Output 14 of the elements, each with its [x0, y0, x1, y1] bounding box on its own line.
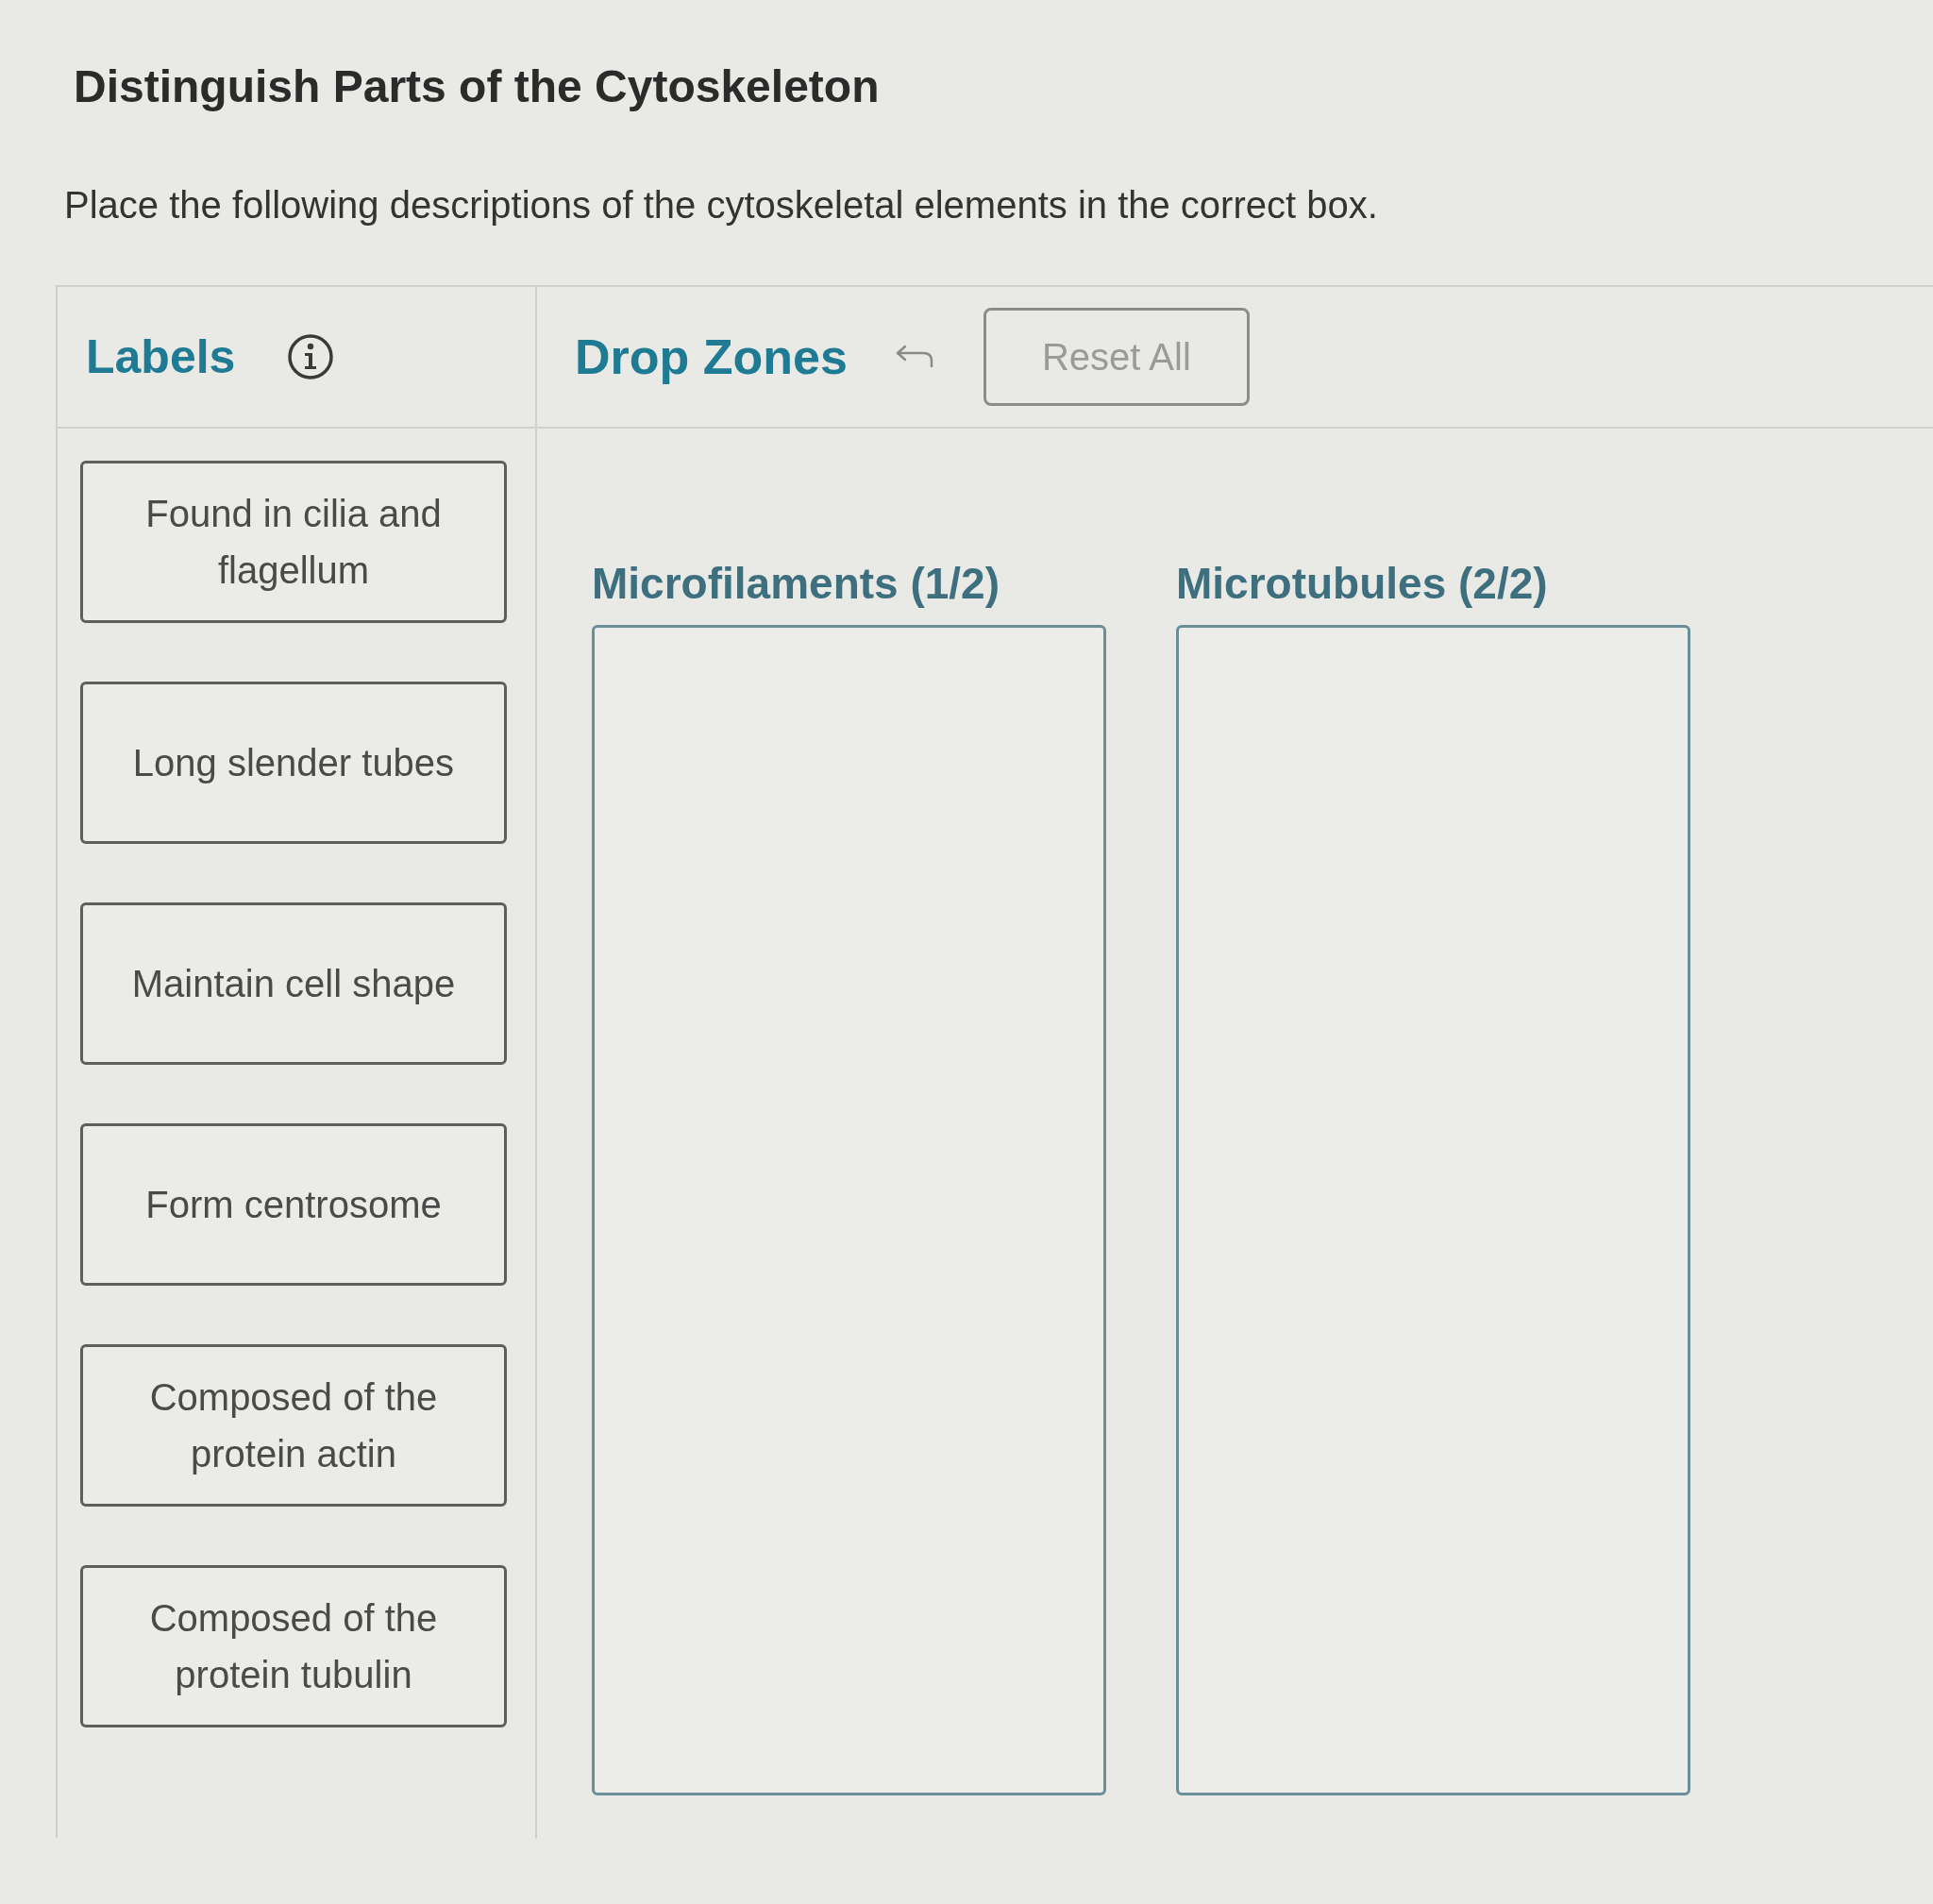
- label-card[interactable]: Maintain cell shape: [80, 902, 507, 1065]
- back-arrow-icon[interactable]: [894, 345, 934, 369]
- label-card[interactable]: Composed of the protein actin: [80, 1344, 507, 1507]
- label-card[interactable]: Found in cilia and flagellum: [80, 461, 507, 623]
- label-card[interactable]: Composed of the protein tubulin: [80, 1565, 507, 1727]
- drop-zone-title: Microtubules (2/2): [1176, 558, 1548, 610]
- drop-zone-title: Microfilaments (1/2): [592, 558, 1000, 610]
- drop-zones-heading: Drop Zones: [575, 329, 848, 386]
- info-icon[interactable]: [287, 333, 335, 380]
- instructions-text: Place the following descriptions of the cytoskeletal elements in the correct box.: [64, 183, 1378, 227]
- labels-heading: Labels: [86, 329, 236, 385]
- label-card[interactable]: Long slender tubes: [80, 682, 507, 844]
- label-card[interactable]: Form centrosome: [80, 1123, 507, 1286]
- page-title: Distinguish Parts of the Cytoskeleton: [74, 60, 880, 113]
